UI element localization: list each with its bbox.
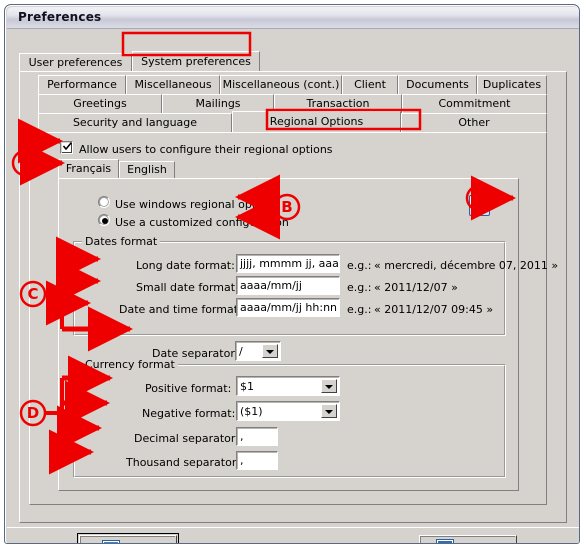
- negative-format-dropdown-button[interactable]: [321, 404, 337, 418]
- thousand-separator-input[interactable]: ,: [236, 451, 278, 470]
- tab-miscellaneous[interactable]: Miscellaneous: [126, 75, 220, 94]
- tab-user-preferences[interactable]: User preferences: [19, 53, 132, 72]
- date-separator-value: /: [239, 345, 243, 358]
- dates-format-group: Dates format Long date format: jjjj, mmm…: [73, 236, 558, 336]
- tab-commitment-label: Commitment: [438, 97, 511, 110]
- chevron-down-icon: [325, 410, 333, 414]
- help-button[interactable]: ?: [469, 195, 490, 216]
- thousand-separator-label: Thousand separator:: [126, 456, 240, 469]
- small-date-format-input[interactable]: aaaa/mm/jj: [236, 276, 340, 295]
- tab-other-label: Other: [458, 116, 490, 129]
- date-and-time-format-eg-label: e.g.:: [347, 303, 372, 316]
- tab-regional-options[interactable]: Regional Options: [232, 111, 401, 132]
- tab-duplicates-label: Duplicates: [482, 78, 542, 91]
- date-and-time-format-input[interactable]: aaaa/mm/jj hh:nn: [236, 298, 340, 317]
- small-date-format-label: Small date format:: [136, 281, 239, 294]
- date-and-time-format-eg-value: « 2011/12/07 09:45 »: [374, 303, 494, 316]
- chevron-down-icon: [325, 385, 333, 389]
- window-client-area: User preferences System preferences Perf…: [7, 29, 579, 544]
- cancel-label-mnemonic: a: [470, 543, 477, 544]
- tab-duplicates[interactable]: Duplicates: [477, 75, 547, 94]
- date-separator-combo[interactable]: /: [235, 341, 281, 361]
- tab-system-preferences[interactable]: System preferences: [132, 51, 260, 72]
- allow-users-checkbox[interactable]: [60, 141, 73, 154]
- tab-francais-label: Français: [65, 162, 112, 175]
- tab-miscellaneous-label: Miscellaneous: [134, 78, 212, 91]
- title-bar: Preferences: [7, 7, 579, 29]
- negative-format-combo[interactable]: ($1): [236, 401, 340, 421]
- radio-use-windows-regional-options-label: Use windows regional options: [115, 198, 279, 211]
- tab-client-label: Client: [354, 78, 386, 91]
- radio-use-windows-regional-options[interactable]: [98, 196, 110, 208]
- language-tab-panel: Use windows regional options Use a custo…: [58, 178, 558, 491]
- tab-miscellaneous-cont[interactable]: Miscellaneous (cont.): [220, 75, 342, 94]
- tab-english-label: English: [127, 163, 167, 176]
- radio-use-customized-configuration-label: Use a customized configuration: [115, 216, 289, 229]
- date-and-time-format-label: Date and time format:: [119, 303, 242, 316]
- tab-english[interactable]: English: [119, 161, 175, 179]
- tab-greetings-label: Greetings: [73, 97, 127, 110]
- preferences-window: Preferences User preferences System pref…: [4, 4, 580, 544]
- tab-other[interactable]: Other: [401, 113, 547, 132]
- small-date-format-eg-label: e.g.:: [347, 281, 372, 294]
- long-date-format-input[interactable]: jjjj, mmmm jj, aaaa: [236, 254, 340, 273]
- positive-format-label: Positive format:: [145, 382, 232, 395]
- inner-tab-strip: Performance Miscellaneous Miscellaneous …: [29, 75, 558, 505]
- ok-button[interactable]: OK: [77, 533, 179, 543]
- tab-commitment[interactable]: Commitment: [402, 94, 547, 113]
- long-date-format-eg-value: « mercredi, décembre 07, 2011 »: [374, 259, 559, 272]
- window-title: Preferences: [18, 10, 102, 24]
- tab-security-and-language-label: Security and language: [72, 116, 198, 129]
- cancel-button[interactable]: Cancel: [419, 535, 517, 544]
- chevron-down-icon: [266, 350, 274, 354]
- button-bar: OK Cancel: [7, 527, 579, 544]
- cancel-label-pre: C: [462, 543, 470, 544]
- currency-format-group: Currency format Positive format: $1 Nega…: [73, 359, 506, 478]
- tab-mailings-label: Mailings: [195, 97, 241, 110]
- small-date-format-eg-value: « 2011/12/07 »: [374, 281, 458, 294]
- dates-format-title: Dates format: [82, 236, 161, 247]
- checkmark-icon: [63, 141, 72, 151]
- tab-security-and-language[interactable]: Security and language: [38, 113, 232, 132]
- tab-regional-options-label: Regional Options: [269, 115, 364, 128]
- tab-francais[interactable]: Français: [58, 159, 119, 179]
- checkmark-icon: [102, 540, 120, 543]
- long-date-format-label: Long date format:: [136, 259, 235, 272]
- positive-format-dropdown-button[interactable]: [321, 379, 337, 393]
- long-date-format-eg-label: e.g.:: [347, 259, 372, 272]
- date-separator-dropdown-button[interactable]: [262, 344, 278, 358]
- allow-users-label: Allow users to configure their regional …: [79, 143, 333, 156]
- cancel-label-rest: ncel: [476, 543, 499, 544]
- negative-format-label: Negative format:: [142, 407, 236, 420]
- positive-format-combo[interactable]: $1: [236, 376, 340, 396]
- tab-transaction-label: Transaction: [306, 97, 370, 110]
- decimal-separator-input[interactable]: ,: [236, 427, 278, 446]
- cancel-button-label: Cancel: [462, 543, 499, 544]
- negative-format-value: ($1): [240, 405, 263, 418]
- decimal-separator-label: Decimal separator:: [134, 432, 239, 445]
- tab-documents-label: Documents: [406, 78, 469, 91]
- tab-performance[interactable]: Performance: [38, 75, 126, 94]
- tab-greetings[interactable]: Greetings: [38, 94, 162, 113]
- positive-format-value: $1: [240, 380, 254, 393]
- tab-user-preferences-label: User preferences: [28, 56, 123, 69]
- currency-format-title: Currency format: [82, 359, 178, 370]
- tab-performance-label: Performance: [47, 78, 117, 91]
- tab-miscellaneous-cont-label: Miscellaneous (cont.): [222, 78, 340, 91]
- cross-icon: [436, 539, 454, 543]
- radio-selected-dot: [102, 218, 108, 224]
- tab-system-preferences-label: System preferences: [141, 55, 251, 68]
- tab-documents[interactable]: Documents: [398, 75, 477, 94]
- radio-use-customized-configuration[interactable]: [98, 214, 110, 226]
- tab-client[interactable]: Client: [342, 75, 398, 94]
- inner-tab-panel: Allow users to configure their regional …: [29, 132, 558, 505]
